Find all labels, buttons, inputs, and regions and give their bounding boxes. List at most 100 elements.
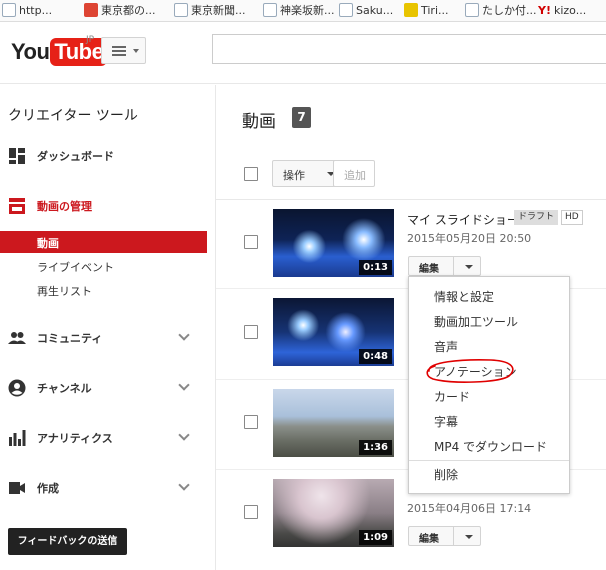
community-icon xyxy=(8,332,26,344)
edit-button[interactable]: 編集 xyxy=(408,256,481,276)
hamburger-icon xyxy=(112,46,126,56)
bookmark-label: kizo... xyxy=(553,4,587,17)
page-icon xyxy=(174,3,188,17)
video-thumbnail[interactable]: 0:13 xyxy=(273,209,394,277)
bookmarks-bar: http... 東京都の... 東京新聞... 神楽坂新... Saku... … xyxy=(0,0,606,22)
edit-button[interactable]: 編集 xyxy=(408,526,481,546)
create-icon xyxy=(9,482,25,494)
bookmark-1[interactable]: http... xyxy=(2,2,52,19)
sidebar-subitem-label: 再生リスト xyxy=(37,285,92,298)
sidebar-item-dashboard[interactable]: ダッシュボード xyxy=(0,141,207,171)
youtube-logo[interactable]: You Tube JP xyxy=(11,35,108,66)
video-title[interactable]: マイ スライドショー xyxy=(407,211,519,228)
sidebar-subitem-playlists[interactable]: 再生リスト xyxy=(0,279,207,301)
add-label: 追加 xyxy=(344,169,366,182)
video-thumbnail[interactable]: 0:48 xyxy=(273,298,394,366)
menu-item-label: アノテーション xyxy=(434,365,517,379)
video-duration: 1:36 xyxy=(359,440,392,455)
sidebar-item-label: チャンネル xyxy=(37,382,92,395)
edit-label: 編集 xyxy=(419,534,439,545)
chevron-down-icon[interactable] xyxy=(178,429,190,441)
sidebar-item-community[interactable]: コミュニティ xyxy=(0,323,207,353)
sidebar: クリエイター ツール ダッシュボード 動画の管理 動画 ライブイベント 再生リス… xyxy=(0,85,207,570)
video-checkbox[interactable] xyxy=(244,325,258,339)
menu-item-label: 動画加工ツール xyxy=(434,315,519,329)
actions-label: 操作 xyxy=(283,169,305,182)
menu-item-label: 情報と設定 xyxy=(434,290,495,304)
video-date: 2015年05月20日 20:50 xyxy=(407,232,532,245)
menu-item-subtitles[interactable]: 字幕 xyxy=(409,410,569,432)
sidebar-subitem-videos[interactable]: 動画 xyxy=(0,231,207,253)
bookmark-label: Saku... xyxy=(356,4,394,17)
bookmark-4[interactable]: 神楽坂新... xyxy=(263,2,335,19)
video-thumbnail[interactable]: 1:09 xyxy=(273,479,394,547)
video-checkbox[interactable] xyxy=(244,415,258,429)
sidebar-item-label: 動画の管理 xyxy=(37,200,92,213)
sidebar-item-analytics[interactable]: アナリティクス xyxy=(0,423,207,453)
page-icon xyxy=(339,3,353,17)
sidebar-item-label: ダッシュボード xyxy=(37,150,114,163)
video-checkbox[interactable] xyxy=(244,235,258,249)
chevron-down-icon xyxy=(133,49,139,53)
bookmark-2[interactable]: 東京都の... xyxy=(84,2,156,19)
sidebar-item-create[interactable]: 作成 xyxy=(0,473,207,503)
sidebar-subitem-label: ライブイベント xyxy=(37,261,114,274)
video-duration: 0:48 xyxy=(359,349,392,364)
chevron-down-icon[interactable] xyxy=(178,379,190,391)
video-date: 2015年04月06日 17:14 xyxy=(407,502,532,515)
bookmark-label: たしか付... xyxy=(482,4,537,17)
page-icon xyxy=(263,3,277,17)
menu-item-label: 音声 xyxy=(434,340,459,354)
menu-item-enhancements[interactable]: 動画加工ツール xyxy=(409,310,569,332)
bookmark-5[interactable]: Saku... xyxy=(339,2,393,19)
header: You Tube JP xyxy=(0,22,606,84)
select-all-checkbox[interactable] xyxy=(244,167,258,181)
menu-item-audio[interactable]: 音声 xyxy=(409,335,569,357)
menu-item-download-mp4[interactable]: MP4 でダウンロード xyxy=(409,435,569,457)
send-feedback-button[interactable]: フィードバックの送信 xyxy=(8,528,127,555)
bookmark-3[interactable]: 東京新聞... xyxy=(174,2,246,19)
draft-badge: ドラフト xyxy=(514,210,559,225)
bookmark-label: 東京新聞... xyxy=(191,4,246,17)
bookmark-label: 神楽坂新... xyxy=(280,4,335,17)
bookmark-8[interactable]: Y! kizo... xyxy=(538,2,586,19)
red-bookmark-icon xyxy=(84,3,98,17)
menu-item-info-settings[interactable]: 情報と設定 xyxy=(409,285,569,307)
logo-you-text: You xyxy=(11,39,50,64)
video-thumbnail[interactable]: 1:36 xyxy=(273,389,394,457)
menu-item-label: 字幕 xyxy=(434,415,459,429)
chevron-down-icon[interactable] xyxy=(465,535,473,539)
page-icon xyxy=(2,3,16,17)
chevron-down-icon[interactable] xyxy=(178,479,190,491)
sidebar-item-label: コミュニティ xyxy=(37,332,103,345)
guide-menu-button[interactable] xyxy=(101,37,146,64)
video-manager-icon xyxy=(9,198,25,214)
chevron-down-icon[interactable] xyxy=(465,265,473,269)
dashboard-icon xyxy=(9,148,25,164)
menu-item-label: カード xyxy=(434,390,471,404)
sidebar-item-channel[interactable]: チャンネル xyxy=(0,373,207,403)
page-icon xyxy=(465,3,479,17)
sidebar-item-video-manager[interactable]: 動画の管理 xyxy=(0,191,207,221)
menu-item-annotations[interactable]: アノテーション xyxy=(409,360,569,382)
add-to-button[interactable]: 追加 xyxy=(333,160,375,187)
analytics-icon xyxy=(9,430,26,446)
bookmark-7[interactable]: たしか付... xyxy=(465,2,537,19)
bookmark-label: http... xyxy=(19,4,53,17)
menu-item-label: MP4 でダウンロード xyxy=(434,440,548,454)
search-input[interactable] xyxy=(212,34,606,64)
video-checkbox[interactable] xyxy=(244,505,258,519)
edit-label: 編集 xyxy=(419,264,439,275)
bookmark-6[interactable]: Tiri... xyxy=(404,2,449,19)
menu-item-cards[interactable]: カード xyxy=(409,385,569,407)
bookmark-label: 東京都の... xyxy=(101,4,156,17)
yellow-bookmark-icon xyxy=(404,3,418,17)
edit-dropdown-menu: 情報と設定 動画加工ツール 音声 アノテーション カード 字幕 MP4 でダウン… xyxy=(408,276,570,494)
video-count-badge: 7 xyxy=(292,107,311,128)
menu-item-delete[interactable]: 削除 xyxy=(409,463,569,485)
chevron-down-icon[interactable] xyxy=(178,329,190,341)
video-duration: 1:09 xyxy=(359,530,392,545)
sidebar-subitem-live-events[interactable]: ライブイベント xyxy=(0,255,207,277)
sidebar-item-label: 作成 xyxy=(37,482,59,495)
menu-divider xyxy=(409,460,569,461)
